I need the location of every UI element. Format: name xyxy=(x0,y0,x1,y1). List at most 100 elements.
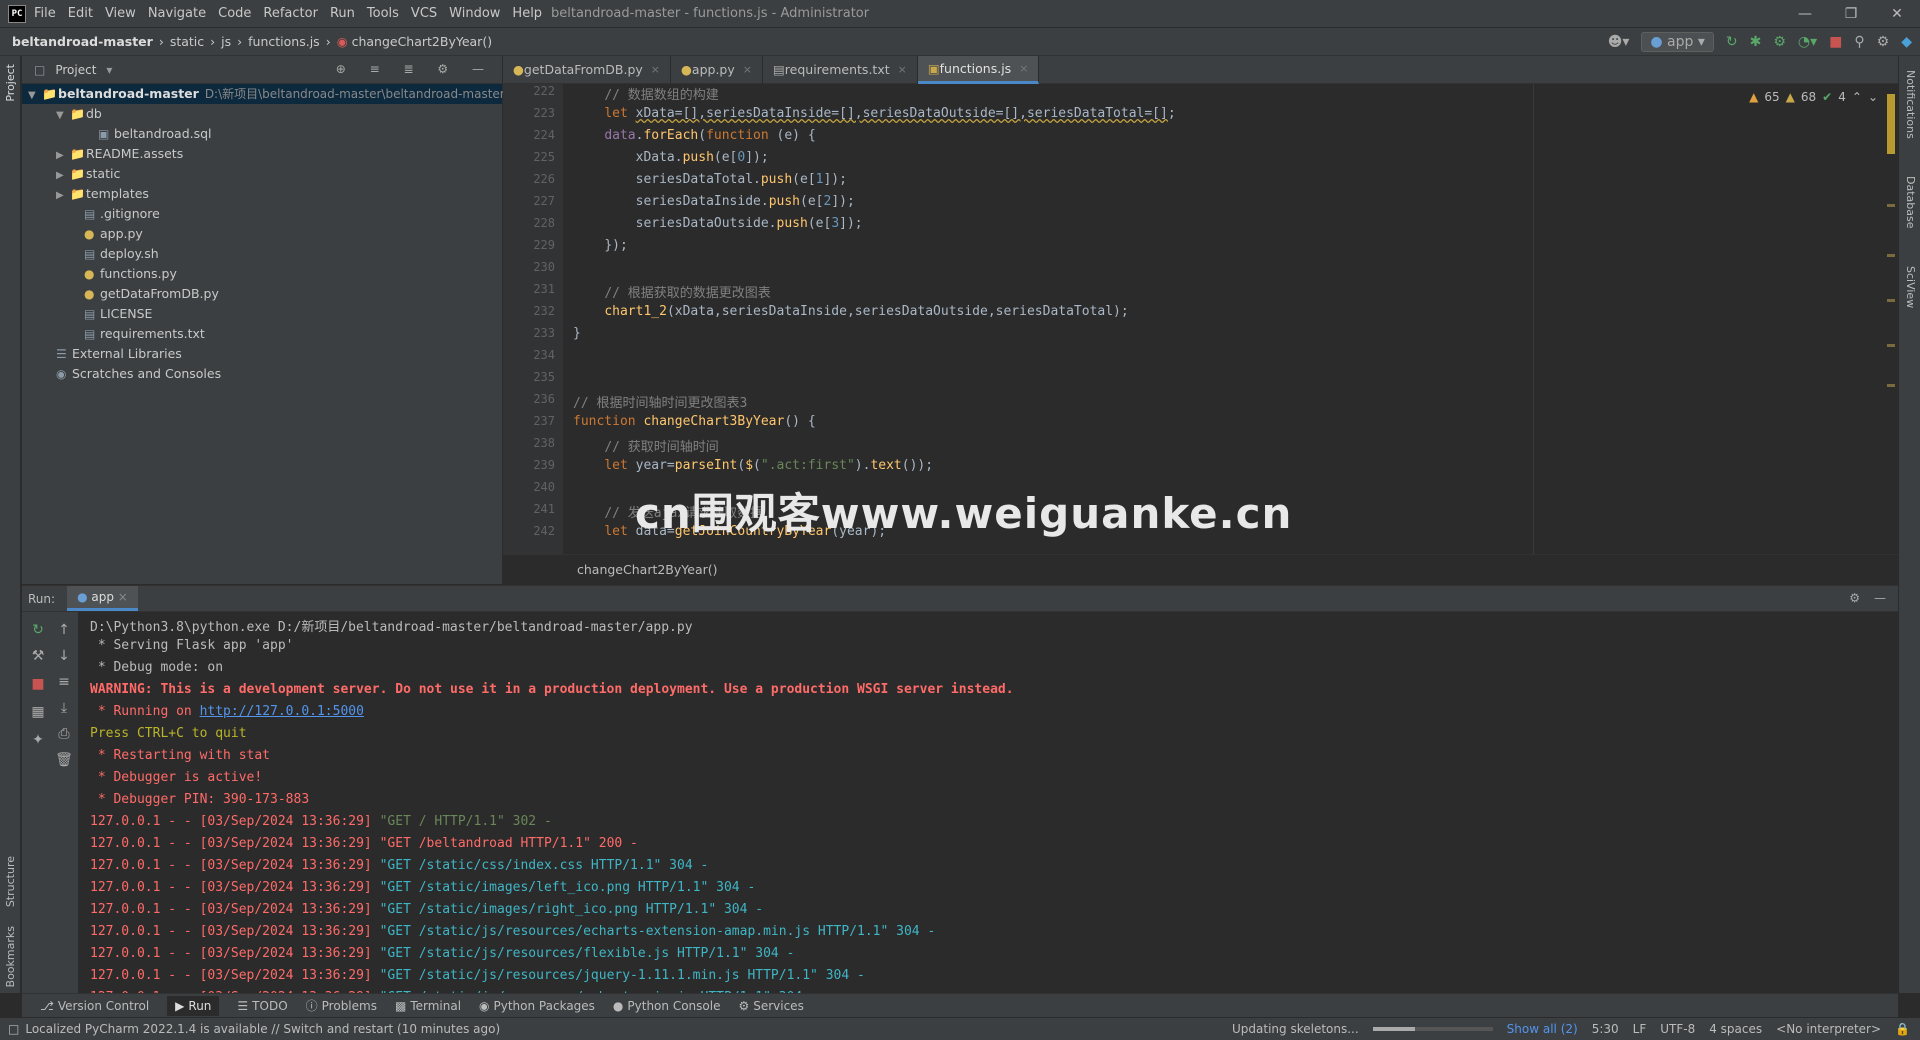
close-icon[interactable]: × xyxy=(743,63,752,76)
tree-item[interactable]: ◉ Scratches and Consoles xyxy=(22,364,502,384)
crumb-project[interactable]: beltandroad-master xyxy=(12,34,153,49)
stop-icon[interactable]: ■ xyxy=(26,676,50,692)
run-config-select[interactable]: ● app ▾ xyxy=(1641,32,1714,52)
editor-tab[interactable]: ▤ requirements.txt × xyxy=(763,55,918,84)
tree-item[interactable]: ● getDataFromDB.py xyxy=(22,284,502,304)
show-all-link[interactable]: Show all (2) xyxy=(1507,1022,1578,1036)
line-separator[interactable]: LF xyxy=(1633,1022,1647,1036)
toolbox-icon[interactable]: ◆ xyxy=(1901,34,1912,50)
chevron-down-icon[interactable]: ▼ xyxy=(56,106,70,126)
menu-file[interactable]: File xyxy=(34,6,56,21)
minimize-icon[interactable]: — xyxy=(1782,0,1828,28)
tree-item[interactable]: ▤ .gitignore xyxy=(22,204,502,224)
console-output[interactable]: D:\Python3.8\python.exe D:/新项目/beltandro… xyxy=(90,612,1880,994)
editor-tab[interactable]: ● app.py × xyxy=(671,55,763,84)
user-icon[interactable]: ☻▾ xyxy=(1608,34,1630,50)
tree-item[interactable]: ▼ 📁db xyxy=(22,104,502,124)
menu-view[interactable]: View xyxy=(105,6,136,21)
stop-icon[interactable]: ■ xyxy=(1829,34,1842,50)
tree-item[interactable]: ▶ 📁static xyxy=(22,164,502,184)
chevron-down-icon[interactable]: ⌄ xyxy=(1868,90,1878,104)
chevron-up-icon[interactable]: ⌃ xyxy=(1852,90,1862,104)
status-message[interactable]: Localized PyCharm 2022.1.4 is available … xyxy=(25,1022,500,1036)
expand-all-icon[interactable]: ≡ xyxy=(370,62,380,76)
notifications-tool-button[interactable]: Notifications xyxy=(1904,70,1917,139)
arrow-up-icon[interactable]: ↑ xyxy=(52,622,76,638)
tree-item[interactable]: ▶ 📁README.assets xyxy=(22,144,502,164)
run-tab-app[interactable]: ● app × xyxy=(67,586,138,611)
locate-icon[interactable]: ⊕ xyxy=(336,62,346,76)
gear-icon[interactable]: ⚙ xyxy=(437,62,448,76)
coverage-icon[interactable]: ⚙ xyxy=(1773,34,1786,50)
chevron-right-icon[interactable]: ▶ xyxy=(56,166,70,186)
close-icon[interactable]: × xyxy=(898,63,907,76)
menu-refactor[interactable]: Refactor xyxy=(263,6,318,21)
collapse-all-icon[interactable]: ≣ xyxy=(404,62,414,76)
indent-setting[interactable]: 4 spaces xyxy=(1709,1022,1762,1036)
tree-item[interactable]: ☰ External Libraries xyxy=(22,344,502,364)
tool-tab-version-control[interactable]: ⎇ Version Control xyxy=(40,999,149,1013)
project-tool-button[interactable]: Project xyxy=(4,64,17,102)
menu-code[interactable]: Code xyxy=(218,6,251,21)
close-icon[interactable]: ✕ xyxy=(1874,0,1920,28)
rerun-icon[interactable]: ↻ xyxy=(1726,34,1738,50)
bookmarks-tool-button[interactable]: Bookmarks xyxy=(4,926,17,987)
trash-icon[interactable]: 🗑 xyxy=(52,752,76,768)
layout-icon[interactable]: ▦ xyxy=(26,704,50,720)
debug-icon[interactable]: ✱ xyxy=(1750,34,1762,50)
crumb-static[interactable]: static xyxy=(170,34,204,49)
menu-run[interactable]: Run xyxy=(330,6,355,21)
tool-tab-services[interactable]: ⚙ Services xyxy=(738,999,803,1013)
tree-item[interactable]: ▤ requirements.txt xyxy=(22,324,502,344)
error-stripe[interactable] xyxy=(1884,84,1898,554)
menu-navigate[interactable]: Navigate xyxy=(148,6,206,21)
server-url-link[interactable]: http://127.0.0.1:5000 xyxy=(200,704,364,719)
close-icon[interactable]: × xyxy=(651,63,660,76)
tool-tab-problems[interactable]: ⓘ Problems xyxy=(306,997,377,1014)
pin-icon[interactable]: ✦ xyxy=(26,732,50,748)
profile-icon[interactable]: ◔▾ xyxy=(1798,34,1817,50)
editor-breadcrumb[interactable]: changeChart2ByYear() xyxy=(503,554,1898,584)
print-icon[interactable]: ⎙ xyxy=(52,726,76,742)
tree-item[interactable]: ▣ beltandroad.sql xyxy=(22,124,502,144)
hide-icon[interactable]: — xyxy=(472,62,484,76)
chevron-right-icon[interactable]: ▶ xyxy=(56,186,70,206)
arrow-down-icon[interactable]: ↓ xyxy=(52,648,76,664)
tree-item[interactable]: ● app.py xyxy=(22,224,502,244)
menu-edit[interactable]: Edit xyxy=(68,6,93,21)
scroll-end-icon[interactable]: ⤓ xyxy=(52,700,76,716)
tree-item[interactable]: ▶ 📁templates xyxy=(22,184,502,204)
tool-tab-terminal[interactable]: ▩ Terminal xyxy=(395,999,461,1013)
search-icon[interactable]: ⚲ xyxy=(1854,34,1864,50)
tool-tab-run[interactable]: ▶ Run xyxy=(167,995,220,1016)
sciview-tool-button[interactable]: SciView xyxy=(1904,266,1917,308)
inspection-widget[interactable]: ▲ 65 ▲ 68 ✔ 4 ⌃ ⌄ xyxy=(1743,90,1878,104)
gear-icon[interactable]: ⚙ xyxy=(1849,591,1860,605)
chevron-down-icon[interactable]: ▼ xyxy=(28,86,42,106)
structure-tool-button[interactable]: Structure xyxy=(4,856,17,907)
tool-tab-python-packages[interactable]: ◉ Python Packages xyxy=(479,999,595,1013)
editor-tab[interactable]: ▣ functions.js × xyxy=(917,55,1040,84)
crumb-js[interactable]: js xyxy=(221,34,231,49)
tool-tab-python-console[interactable]: ● Python Console xyxy=(613,999,721,1013)
caret-position[interactable]: 5:30 xyxy=(1592,1022,1619,1036)
crumb-file[interactable]: functions.js xyxy=(248,34,320,49)
interpreter-setting[interactable]: <No interpreter> xyxy=(1776,1022,1881,1036)
tree-root[interactable]: ▼ 📁beltandroad-master D:\新项目\beltandroad-m… xyxy=(22,84,505,106)
tree-item[interactable]: ▤ LICENSE xyxy=(22,304,502,324)
chevron-right-icon[interactable]: ▶ xyxy=(56,146,70,166)
tree-item[interactable]: ● functions.py xyxy=(22,264,502,284)
tree-item[interactable]: ▤ deploy.sh xyxy=(22,244,502,264)
menu-help[interactable]: Help xyxy=(512,6,542,21)
settings-icon[interactable]: ⚙ xyxy=(1877,34,1890,50)
project-view-select[interactable]: Project xyxy=(55,63,96,77)
crumb-function[interactable]: changeChart2ByYear() xyxy=(352,34,493,49)
menu-window[interactable]: Window xyxy=(449,6,500,21)
event-icon[interactable]: □ xyxy=(8,1022,19,1036)
code-view[interactable]: // 数据数组的构建 let xData=[],seriesDataInside… xyxy=(573,84,1873,554)
menu-tools[interactable]: Tools xyxy=(367,6,399,21)
restore-icon[interactable]: ❐ xyxy=(1828,0,1874,28)
file-encoding[interactable]: UTF-8 xyxy=(1660,1022,1695,1036)
rerun-icon[interactable]: ↻ xyxy=(26,622,50,638)
close-icon[interactable]: × xyxy=(1019,62,1028,75)
